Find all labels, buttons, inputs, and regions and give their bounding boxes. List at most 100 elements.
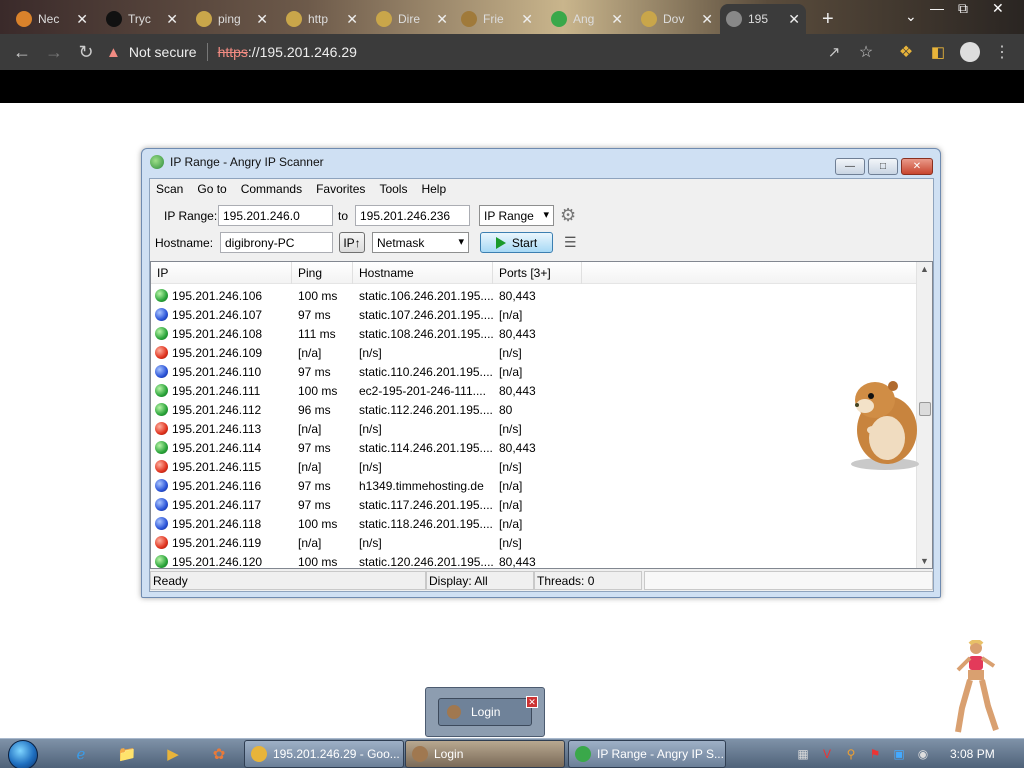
tab-close-icon[interactable]: ✕ (701, 11, 713, 28)
tab-favicon-icon (461, 11, 477, 27)
browser-tab[interactable]: Ang ✕ (545, 4, 629, 34)
table-row[interactable]: 195.201.246.113 [n/a] [n/s] [n/s] (151, 419, 917, 438)
table-row[interactable]: 195.201.246.115 [n/a] [n/s] [n/s] (151, 457, 917, 476)
browser-tab[interactable]: Tryc ✕ (100, 4, 184, 34)
browser-tab[interactable]: Frie ✕ (455, 4, 539, 34)
profile-avatar-icon[interactable] (954, 34, 986, 70)
menu-help[interactable]: Help (421, 182, 446, 196)
security-label[interactable]: Not secure (129, 44, 197, 60)
columns-list-icon[interactable]: ☰ (564, 234, 577, 251)
internet-explorer-icon[interactable]: ℯ (70, 743, 92, 765)
menu-scan[interactable]: Scan (156, 182, 183, 196)
cell-ip: 195.201.246.114 (151, 440, 292, 455)
ip-up-button[interactable]: IP↑ (339, 232, 365, 253)
tab-close-icon[interactable]: ✕ (521, 11, 533, 28)
close-window-icon[interactable]: ✕ (992, 0, 1004, 17)
table-row[interactable]: 195.201.246.107 97 ms static.107.246.201.1… (151, 305, 917, 324)
tab-close-icon[interactable]: ✕ (346, 11, 358, 28)
table-row[interactable]: 195.201.246.111 100 ms ec2-195-201-246-111… (151, 381, 917, 400)
table-row[interactable]: 195.201.246.119 [n/a] [n/s] [n/s] (151, 533, 917, 552)
cell-hostname: [n/s] (359, 345, 382, 360)
media-player-icon[interactable]: ▶ (162, 743, 184, 765)
table-row[interactable]: 195.201.246.112 96 ms static.112.246.201.1… (151, 400, 917, 419)
browser-tab[interactable]: 195 ✕ (720, 4, 806, 34)
start-button[interactable]: Start (480, 232, 553, 253)
cell-ip: 195.201.246.120 (151, 554, 292, 568)
menu-kebab-icon[interactable]: ⋮ (986, 34, 1018, 70)
menu-commands[interactable]: Commands (241, 182, 302, 196)
cell-ip: 195.201.246.119 (151, 535, 292, 550)
login-thumbnail[interactable]: Login (438, 698, 532, 726)
new-tab-button[interactable]: + (816, 4, 840, 34)
share-icon[interactable]: ↗ (818, 34, 850, 70)
reload-icon[interactable]: ↻ (70, 34, 102, 70)
tab-search-icon[interactable]: ⌄ (905, 8, 917, 25)
table-row[interactable]: 195.201.246.118 100 ms static.118.246.201.… (151, 514, 917, 533)
menu-tools[interactable]: Tools (379, 182, 407, 196)
feeder-select[interactable]: IP Range (479, 205, 554, 226)
browser-tab[interactable]: ping ✕ (190, 4, 274, 34)
login-thumbnail-close-icon[interactable]: ✕ (526, 696, 538, 708)
taskbar-button[interactable]: IP Range - Angry IP S... (568, 740, 726, 768)
netmask-select[interactable]: Netmask (372, 232, 469, 253)
address-bar[interactable]: ▲ Not secure https://195.201.246.29 (106, 38, 806, 66)
table-row[interactable]: 195.201.246.117 97 ms static.117.246.201.1… (151, 495, 917, 514)
menu-favorites[interactable]: Favorites (316, 182, 365, 196)
maximize-button[interactable]: □ (868, 158, 898, 175)
browser-tab[interactable]: Dire ✕ (370, 4, 454, 34)
ip-range-start-input[interactable]: 195.201.246.0 (218, 205, 333, 226)
tray-search-icon[interactable]: ⚲ (842, 745, 860, 763)
taskbar-button[interactable]: Login (405, 740, 565, 768)
table-row[interactable]: 195.201.246.114 97 ms static.114.246.201.1… (151, 438, 917, 457)
minimize-button[interactable]: — (835, 158, 865, 175)
tab-close-icon[interactable]: ✕ (166, 11, 178, 28)
restore-icon[interactable]: ⧉ (958, 0, 968, 17)
scroll-down-arrow-icon[interactable]: ▼ (920, 556, 929, 566)
taskbar-clock[interactable]: 3:08 PM (950, 747, 995, 761)
tab-close-icon[interactable]: ✕ (436, 11, 448, 28)
feeder-settings-gear-icon[interactable]: ⚙ (560, 205, 576, 226)
side-panel-icon[interactable]: ◧ (922, 34, 954, 70)
start-orb-icon[interactable] (8, 740, 38, 768)
column-header-ip[interactable]: IP (151, 262, 292, 284)
scroll-up-arrow-icon[interactable]: ▲ (920, 264, 929, 274)
browser-tab[interactable]: Nec ✕ (10, 4, 94, 34)
tray-monitor-icon[interactable]: ▣ (890, 745, 908, 763)
hostname-input[interactable]: digibrony-PC (220, 232, 333, 253)
tray-volume-icon[interactable]: ◉ (914, 745, 932, 763)
cell-ip: 195.201.246.107 (151, 307, 292, 322)
cell-hostname: h1349.timmehosting.de (359, 478, 484, 493)
extensions-icon[interactable]: ❖ (890, 34, 922, 70)
taskbar-app-icon (251, 746, 267, 762)
url-host: ://195.201.246.29 (247, 44, 357, 60)
taskbar-button[interactable]: 195.201.246.29 - Goo... (244, 740, 404, 768)
table-row[interactable]: 195.201.246.106 100 ms static.106.246.201.… (151, 286, 917, 305)
column-header-ports[interactable]: Ports [3+] (493, 262, 582, 284)
tray-keyboard-icon[interactable]: ▦ (794, 745, 812, 763)
table-row[interactable]: 195.201.246.116 97 ms h1349.timmehosting.d… (151, 476, 917, 495)
table-row[interactable]: 195.201.246.110 97 ms static.110.246.201.1… (151, 362, 917, 381)
tray-v-icon[interactable]: V (818, 745, 836, 763)
browser-tab[interactable]: Dov ✕ (635, 4, 719, 34)
login-thumbnail-popup[interactable]: Login ✕ (425, 687, 545, 737)
close-button[interactable]: ✕ (901, 158, 933, 175)
minimize-icon[interactable]: — (930, 0, 944, 16)
tab-close-icon[interactable]: ✕ (256, 11, 268, 28)
browser-tab[interactable]: http ✕ (280, 4, 364, 34)
table-row[interactable]: 195.201.246.109 [n/a] [n/s] [n/s] (151, 343, 917, 362)
forward-icon[interactable]: → (38, 34, 70, 70)
table-row[interactable]: 195.201.246.120 100 ms static.120.246.201.… (151, 552, 917, 568)
ip-range-end-input[interactable]: 195.201.246.236 (355, 205, 470, 226)
column-header-hostname[interactable]: Hostname (353, 262, 493, 284)
table-row[interactable]: 195.201.246.108 111 ms static.108.246.201.… (151, 324, 917, 343)
bookmark-star-icon[interactable]: ☆ (850, 34, 882, 70)
tab-close-icon[interactable]: ✕ (611, 11, 623, 28)
tab-close-icon[interactable]: ✕ (788, 11, 800, 28)
back-icon[interactable]: ← (6, 34, 38, 70)
tab-close-icon[interactable]: ✕ (76, 11, 88, 28)
column-header-ping[interactable]: Ping (292, 262, 353, 284)
tray-flag-icon[interactable]: ⚑ (866, 745, 884, 763)
menu-goto[interactable]: Go to (197, 182, 226, 196)
file-explorer-icon[interactable]: 📁 (116, 743, 138, 765)
paint-app-icon[interactable]: ✿ (208, 743, 230, 765)
